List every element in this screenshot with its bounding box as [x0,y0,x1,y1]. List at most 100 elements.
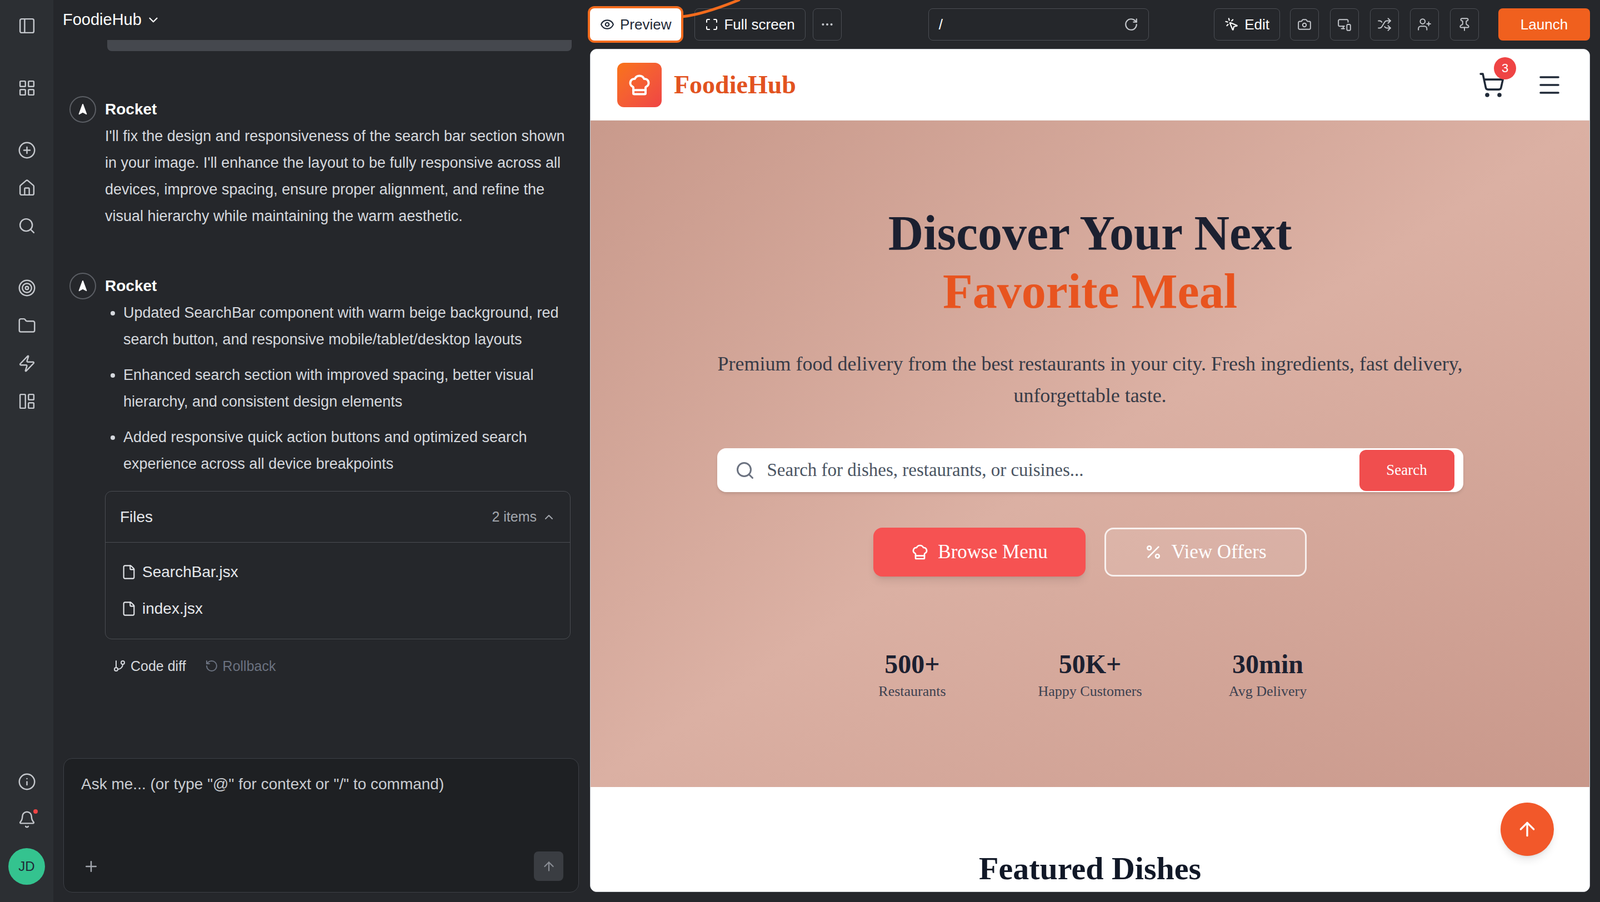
message-action: Rollback [205,652,277,680]
notifications-icon [17,810,37,829]
message-list: Updated SearchBar component with warm be… [105,299,572,478]
stat-item: 500+Restaurants [840,648,985,702]
search-icon [735,460,755,481]
file-item[interactable]: index.jsx [121,595,555,623]
site-navbar: FoodieHub 3 [590,49,1590,121]
files-header[interactable]: Files2 items [105,491,570,543]
assistant-avatar [69,96,97,123]
input-placeholder: Ask me... (or type "@" for context or "/… [81,773,564,796]
invite-button-icon [1417,17,1432,32]
search-button[interactable]: Search [1359,450,1455,492]
stat-value: 500+ [840,648,985,680]
scroll-top-button[interactable] [1500,802,1554,857]
edit-button[interactable]: Edit [1213,8,1280,41]
notifications[interactable] [0,800,54,839]
devices-button-icon [1337,17,1352,32]
hero-action-button[interactable]: View Offers [1104,527,1307,577]
apps[interactable] [0,68,54,107]
integrations-icon [17,354,37,373]
stat-value: 50K+ [1017,648,1163,680]
hero-actions: Browse Menu View Offers [873,527,1307,577]
templates-icon [17,392,37,411]
message-body: RocketUpdated SearchBar component with w… [105,272,572,680]
search[interactable] [0,206,54,245]
pointer-click-icon [1224,17,1239,32]
shuffle-button[interactable] [1370,8,1399,41]
stat-item: 50K+Happy Customers [1017,648,1163,702]
hero-title: Discover Your NextFavorite Meal [888,203,1293,321]
message-author: Rocket [105,96,572,123]
mode-button[interactable]: Full screen [694,8,805,41]
files-title: Files [120,505,153,529]
chat-message: RocketUpdated SearchBar component with w… [69,272,573,680]
attach-plus-icon[interactable] [82,858,100,875]
diff-icon [112,659,127,673]
files-card: Files2 items SearchBar.jsx index.jsx [105,491,571,640]
message-bullet: Updated SearchBar component with warm be… [123,299,572,353]
stat-label: Restaurants [840,682,985,702]
info[interactable] [0,762,54,801]
panel-toggle-icon [17,16,37,35]
stat-item: 30minAvg Delivery [1195,648,1340,702]
rail-group [0,268,54,420]
file-item[interactable]: SearchBar.jsx [121,558,555,586]
pin-button[interactable] [1450,8,1479,41]
launch-button[interactable]: Launch [1498,8,1590,41]
more-button[interactable] [812,8,842,41]
logo-badge [617,62,662,108]
site-logo[interactable]: FoodieHub [617,62,797,108]
rollback-icon [205,659,219,673]
url-field[interactable]: / [928,8,1149,41]
cart-badge: 3 [1493,57,1517,80]
app-window: JD FoodieHub RocketI'll fix the design and… [0,0,1600,902]
menu-icon[interactable] [1536,71,1563,99]
project-header[interactable]: FoodieHub [53,0,589,40]
screenshot-button[interactable] [1290,8,1319,41]
chat-panel: FoodieHub RocketI'll fix the design and r… [53,0,589,902]
apps-icon [17,78,37,98]
project-title: FoodieHub [62,7,142,33]
message-author: Rocket [105,272,572,300]
hero-stats: 500+Restaurants 50K+Happy Customers 30minA… [840,648,1340,702]
more-button-icon [820,17,835,32]
cart-button[interactable]: 3 [1478,71,1505,99]
tool-icons [1290,8,1479,41]
message-body: RocketI'll fix the design and responsive… [105,96,572,230]
invite-button[interactable] [1410,8,1439,41]
message-actions: Code diff Rollback [105,652,572,680]
folder[interactable] [0,306,54,345]
hero-subtitle: Premium food delivery from the best rest… [706,348,1474,412]
integrations[interactable] [0,344,54,383]
user-avatar[interactable]: JD [8,848,45,885]
refresh-icon[interactable] [1123,17,1139,32]
send-button[interactable] [533,851,564,882]
search-icon [17,216,37,235]
message-bullet: Enhanced search section with improved sp… [123,361,572,415]
percent-icon [1144,543,1163,562]
composer-area: Ask me... (or type "@" for context or "/… [53,758,589,902]
composer-controls [81,851,564,882]
eye-icon [600,17,615,32]
chat-input[interactable]: Ask me... (or type "@" for context or "/… [63,758,579,893]
chat-scroll: RocketI'll fix the design and responsive… [53,40,589,759]
goals[interactable] [0,268,54,307]
panel-toggle[interactable] [0,6,54,45]
file-icon [121,564,137,580]
search-bar: Search for dishes, restaurants, or cuisi… [717,448,1464,493]
section-title: Featured Dishes [590,849,1590,889]
home[interactable] [0,168,54,207]
mode-button[interactable]: Preview [590,8,682,41]
rail-group [0,68,54,107]
rocket-icon [76,103,89,116]
screenshot-button-icon [1297,17,1312,32]
new-project[interactable] [0,131,54,169]
hero-action-button[interactable]: Browse Menu [873,527,1086,577]
search-input[interactable]: Search for dishes, restaurants, or cuisi… [767,456,1360,485]
featured-section: Featured Dishes [590,787,1590,892]
templates[interactable] [0,382,54,420]
message-action[interactable]: Code diff [112,652,187,680]
message-bullet: Added responsive quick action buttons an… [123,423,572,478]
devices-button[interactable] [1330,8,1359,41]
stat-value: 30min [1195,648,1340,680]
new-project-icon [17,141,37,160]
